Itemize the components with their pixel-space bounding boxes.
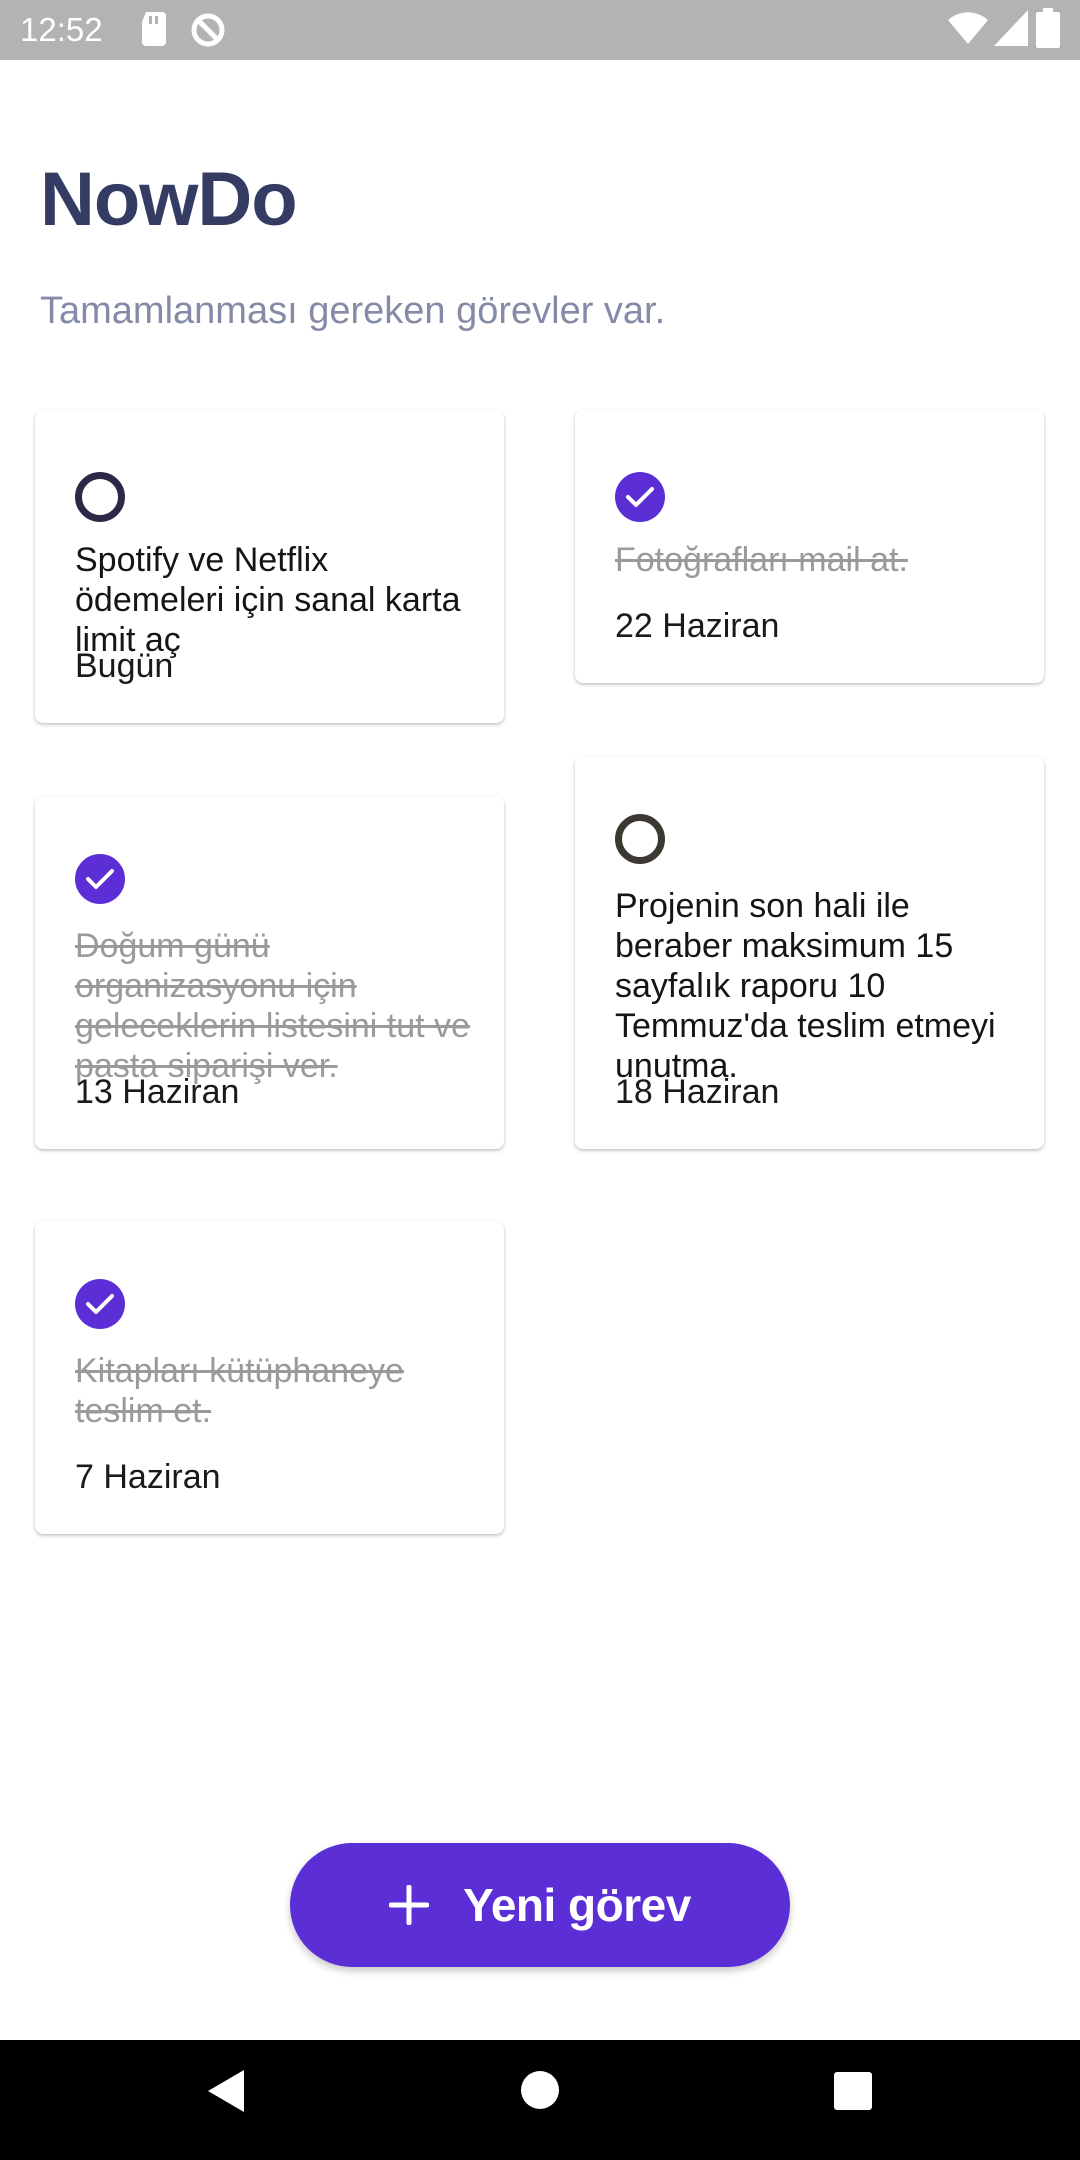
status-bar: 12:52 (0, 0, 1080, 60)
task-text: Spotify ve Netflix ödemeleri için sanal … (75, 541, 461, 659)
home-icon[interactable] (520, 2070, 560, 2115)
checked-circle-icon[interactable] (615, 472, 665, 522)
app-subtitle: Tamamlanması gereken görevler var. (40, 290, 666, 332)
task-date: 7 Haziran (75, 1458, 221, 1496)
sync-icon (190, 12, 226, 53)
back-icon[interactable] (204, 2068, 248, 2119)
task-text: Doğum günü organizasyonu için gelecekler… (75, 927, 470, 1085)
task-date: 18 Haziran (615, 1073, 780, 1111)
plus-icon (389, 1885, 430, 1925)
app-title: NowDo (40, 157, 298, 242)
task-text: Fotoğrafları mail at. (615, 541, 908, 579)
navigation-bar (0, 2040, 1080, 2160)
checked-circle-icon[interactable] (75, 1279, 125, 1329)
new-task-label: Yeni görev (463, 1879, 691, 1931)
status-time: 12:52 (20, 11, 103, 48)
sd-card-icon (140, 12, 168, 51)
task-text: Kitapları kütüphaneye teslim et. (75, 1352, 404, 1430)
task-date: Bugün (75, 647, 174, 685)
task-date: 13 Haziran (75, 1073, 240, 1111)
task-card[interactable]: Doğum günü organizasyonu için gelecekler… (35, 796, 504, 1149)
task-card[interactable]: Spotify ve Netflix ödemeleri için sanal … (35, 410, 504, 723)
task-card[interactable]: Fotoğrafları mail at. 22 Haziran (575, 410, 1044, 683)
task-text: Projenin son hali ile beraber maksimum 1… (615, 887, 996, 1085)
new-task-button[interactable]: Yeni görev (290, 1843, 790, 1967)
task-date: 22 Haziran (615, 607, 780, 645)
battery-icon (1036, 8, 1060, 53)
recents-icon[interactable] (834, 2072, 872, 2115)
checked-circle-icon[interactable] (75, 854, 125, 904)
wifi-icon (948, 10, 988, 51)
task-card[interactable]: Kitapları kütüphaneye teslim et. 7 Hazir… (35, 1221, 504, 1534)
task-card[interactable]: Projenin son hali ile beraber maksimum 1… (575, 756, 1044, 1149)
unchecked-circle-icon[interactable] (615, 814, 665, 864)
unchecked-circle-icon[interactable] (75, 472, 125, 522)
signal-icon (994, 10, 1028, 51)
